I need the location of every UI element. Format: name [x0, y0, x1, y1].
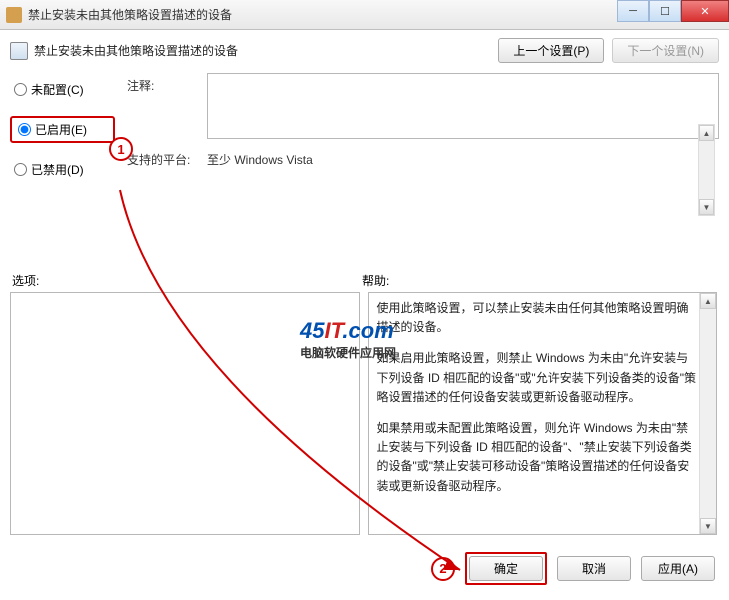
scroll-up-icon[interactable]: ▲ [700, 293, 716, 309]
comment-row: 注释: [127, 73, 719, 139]
ok-button[interactable]: 确定 [469, 556, 543, 581]
close-button[interactable]: ✕ [681, 0, 729, 22]
radio-group: 未配置(C) 已启用(E) 1 已禁用(D) [10, 73, 115, 180]
radio-not-configured-input[interactable] [14, 83, 27, 96]
mid-scrollbar[interactable]: ▲ ▼ [698, 124, 715, 216]
help-panel: 使用此策略设置，可以禁止安装未由任何其他策略设置明确描述的设备。 如果启用此策略… [368, 292, 718, 535]
window-controls: ─ ☐ ✕ [617, 0, 729, 22]
scroll-down-icon[interactable]: ▼ [700, 518, 716, 534]
content-area: 禁止安装未由其他策略设置描述的设备 上一个设置(P) 下一个设置(N) 未配置(… [0, 30, 729, 597]
titlebar: 禁止安装未由其他策略设置描述的设备 ─ ☐ ✕ [0, 0, 729, 30]
ok-button-highlight: 确定 [465, 552, 547, 585]
help-paragraph-2: 如果启用此策略设置，则禁止 Windows 为未由"允许安装与下列设备 ID 相… [377, 349, 699, 407]
options-label: 选项: [12, 272, 39, 289]
maximize-button[interactable]: ☐ [649, 0, 681, 22]
radio-not-configured-label: 未配置(C) [31, 81, 84, 98]
comment-input[interactable] [207, 73, 719, 139]
panels-row: 使用此策略设置，可以禁止安装未由任何其他策略设置明确描述的设备。 如果启用此策略… [10, 292, 717, 535]
config-row: 未配置(C) 已启用(E) 1 已禁用(D) 注释: 支持的平台: 至少 [10, 73, 719, 180]
platform-row: 支持的平台: 至少 Windows Vista [127, 147, 719, 168]
radio-enabled-input[interactable] [18, 123, 31, 136]
scroll-down-icon[interactable]: ▼ [699, 199, 714, 215]
options-column [10, 292, 360, 535]
radio-enabled-highlight: 已启用(E) 1 [10, 116, 115, 143]
help-label: 帮助: [362, 272, 389, 289]
platform-label: 支持的平台: [127, 147, 199, 168]
radio-disabled-input[interactable] [14, 163, 27, 176]
window-title: 禁止安装未由其他策略设置描述的设备 [28, 6, 232, 23]
apply-button[interactable]: 应用(A) [641, 556, 715, 581]
annotation-1: 1 [109, 137, 133, 161]
help-paragraph-3: 如果禁用或未配置此策略设置，则允许 Windows 为未由"禁止安装与下列设备 … [377, 419, 699, 496]
policy-icon [10, 42, 28, 60]
radio-enabled-label: 已启用(E) [35, 121, 87, 138]
bottom-buttons: 2 确定 取消 应用(A) [431, 552, 715, 585]
options-panel [10, 292, 360, 535]
right-config: 注释: 支持的平台: 至少 Windows Vista [127, 73, 719, 180]
cancel-button[interactable]: 取消 [557, 556, 631, 581]
radio-enabled[interactable]: 已启用(E) [18, 121, 107, 138]
prev-setting-button[interactable]: 上一个设置(P) [498, 38, 604, 63]
help-column: 使用此策略设置，可以禁止安装未由任何其他策略设置明确描述的设备。 如果启用此策略… [368, 292, 718, 535]
comment-label: 注释: [127, 73, 199, 94]
minimize-button[interactable]: ─ [617, 0, 649, 22]
help-paragraph-1: 使用此策略设置，可以禁止安装未由任何其他策略设置明确描述的设备。 [377, 299, 699, 337]
radio-disabled[interactable]: 已禁用(D) [10, 159, 115, 180]
radio-disabled-label: 已禁用(D) [31, 161, 84, 178]
next-setting-button[interactable]: 下一个设置(N) [612, 38, 719, 63]
policy-title: 禁止安装未由其他策略设置描述的设备 [34, 42, 492, 59]
platform-value: 至少 Windows Vista [207, 147, 313, 168]
help-scrollbar[interactable]: ▲ ▼ [699, 293, 716, 534]
policy-header: 禁止安装未由其他策略设置描述的设备 上一个设置(P) 下一个设置(N) [10, 38, 719, 63]
nav-buttons: 上一个设置(P) 下一个设置(N) [498, 38, 719, 63]
scroll-up-icon[interactable]: ▲ [699, 125, 714, 141]
app-icon [6, 7, 22, 23]
radio-not-configured[interactable]: 未配置(C) [10, 79, 115, 100]
annotation-2: 2 [431, 557, 455, 581]
